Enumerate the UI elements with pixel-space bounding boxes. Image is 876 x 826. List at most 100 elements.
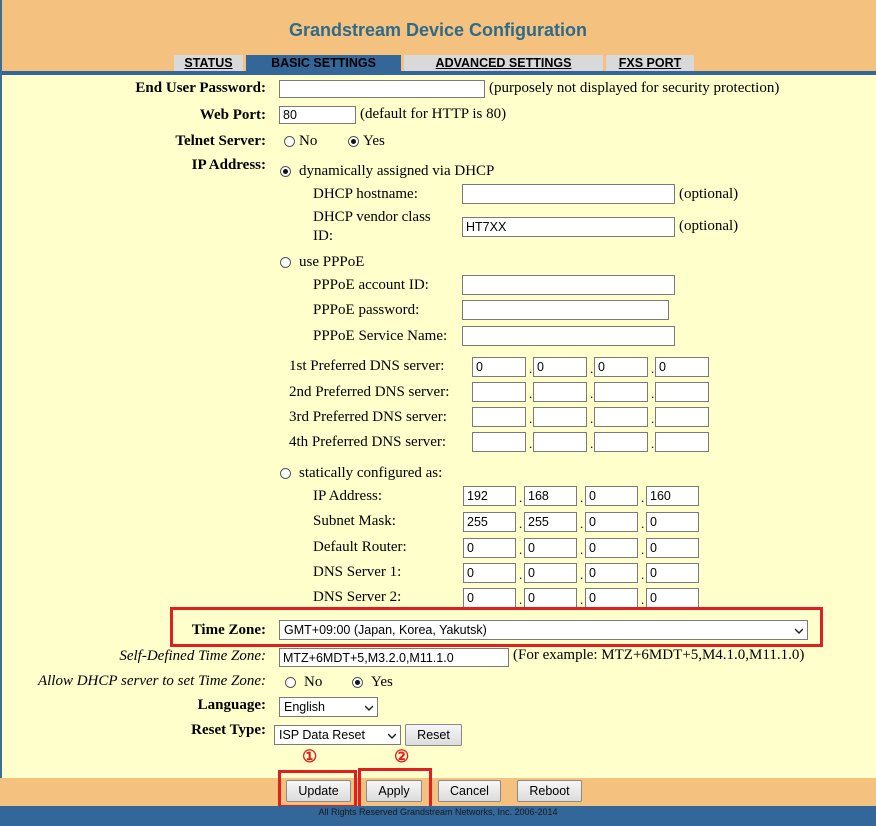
cancel-button[interactable]: Cancel [438,780,501,802]
dns-1-octet-1[interactable] [472,357,526,377]
tab-basic-settings[interactable]: BASIC SETTINGS [246,55,401,71]
static-ip-octet-3[interactable] [585,486,638,506]
pppoe-account-input[interactable] [462,275,675,295]
octet-separator: . [580,516,584,531]
octet-separator: . [641,542,645,557]
octet-separator: . [519,516,523,531]
default-router-label: Default Router: [313,539,407,555]
allow-dhcp-tz-yes-radio[interactable] [352,677,363,688]
dns-3-octet-2[interactable] [533,407,587,427]
dns-server-1-octet-3[interactable] [585,563,638,583]
dns-4-octet-3[interactable] [594,432,648,452]
dns-2-octet-4[interactable] [655,382,709,402]
dns-1-octet-3[interactable] [594,357,648,377]
octet-separator: . [580,592,584,607]
dns-4-octet-2[interactable] [533,432,587,452]
subnet-octet-2[interactable] [524,512,577,532]
octet-separator: . [580,542,584,557]
dns-server-2-octet-3[interactable] [585,588,638,608]
dns-1-octet-2[interactable] [533,357,587,377]
pppoe-service-input[interactable] [462,326,675,346]
dhcp-hostname-input[interactable] [462,184,675,204]
dhcp-vendor-note: (optional) [679,218,739,234]
dhcp-vendor-input[interactable] [462,217,675,237]
dns-2-octet-3[interactable] [594,382,648,402]
dns-4-octet-4[interactable] [655,432,709,452]
web-port-input[interactable] [279,106,356,124]
time-zone-highlight [170,607,823,647]
telnet-no-radio[interactable] [284,136,295,147]
subnet-octet-3[interactable] [585,512,638,532]
dns-server-1-octet-1[interactable] [463,563,516,583]
self-defined-tz-note: (For example: MTZ+6MDT+5,M4.1.0,M11.1.0) [513,647,805,663]
octet-separator: . [519,542,523,557]
dhcp-vendor-label-id: ID: [313,228,333,244]
copyright-text: All Rights Reserved Grandstream Networks… [318,807,558,817]
reset-type-select[interactable]: ISP Data Reset [274,725,401,745]
octet-separator: . [651,411,655,426]
dns-3-octet-3[interactable] [594,407,648,427]
router-octet-2[interactable] [524,538,577,558]
tab-status[interactable]: STATUS [174,55,243,71]
dns-3-octet-4[interactable] [655,407,709,427]
reboot-button[interactable]: Reboot [517,780,582,802]
tab-advanced-settings[interactable]: ADVANCED SETTINGS [404,55,603,71]
dns-3-octet-1[interactable] [472,407,526,427]
end-user-password-input[interactable] [279,80,485,98]
self-defined-tz-label: Self-Defined Time Zone: [119,648,266,664]
tab-fxs-port[interactable]: FXS PORT [606,55,694,71]
static-ip-label: IP Address: [313,488,383,504]
static-radio[interactable] [280,468,291,479]
octet-separator: . [529,361,533,376]
telnet-yes-radio[interactable] [348,136,359,147]
octet-separator: . [519,490,523,505]
ip-address-label: IP Address: [191,157,266,173]
dns-1-octet-4[interactable] [655,357,709,377]
telnet-no-label: No [299,133,318,149]
reset-button[interactable]: Reset [405,724,462,746]
dhcp-hostname-label: DHCP hostname: [313,186,418,202]
static-ip-octet-1[interactable] [463,486,516,506]
router-octet-4[interactable] [646,538,699,558]
dns-2-octet-2[interactable] [533,382,587,402]
dhcp-vendor-label: DHCP vendor class [313,209,431,225]
self-defined-tz-input[interactable] [279,648,509,667]
dns-server-1-octet-4[interactable] [646,563,699,583]
dns-server-2-octet-4[interactable] [646,588,699,608]
pppoe-radio[interactable] [280,257,291,268]
allow-dhcp-tz-no-radio[interactable] [285,677,296,688]
step-2-marker: ② [394,747,410,766]
language-select[interactable]: English [279,697,378,717]
pppoe-password-input[interactable] [462,300,669,320]
update-highlight [278,770,357,808]
dns-server-1-octet-2[interactable] [524,563,577,583]
router-octet-3[interactable] [585,538,638,558]
dhcp-radio[interactable] [280,166,291,177]
static-ip-octet-4[interactable] [646,486,699,506]
header-divider [0,71,876,75]
octet-separator: . [590,361,594,376]
dns-server-2-label: DNS Server 2: [313,589,402,605]
subnet-octet-4[interactable] [646,512,699,532]
dns-server-2-octet-1[interactable] [463,588,516,608]
reset-type-value: ISP Data Reset [279,728,365,742]
web-port-label: Web Port: [199,107,266,123]
allow-dhcp-tz-no-label: No [304,674,323,690]
octet-separator: . [641,592,645,607]
chevron-down-icon [388,733,396,740]
octet-separator: . [519,592,523,607]
dns-3-label: 3rd Preferred DNS server: [289,409,447,425]
router-octet-1[interactable] [463,538,516,558]
dns-2-octet-1[interactable] [472,382,526,402]
allow-dhcp-tz-yes-label: Yes [371,674,393,690]
subnet-octet-1[interactable] [463,512,516,532]
octet-separator: . [529,386,533,401]
pppoe-option-label: use PPPoE [299,254,365,270]
dns-4-octet-1[interactable] [472,432,526,452]
dns-server-2-octet-2[interactable] [524,588,577,608]
window-left-border [0,0,2,826]
static-ip-octet-2[interactable] [524,486,577,506]
static-option-label: statically configured as: [299,465,443,481]
octet-separator: . [651,386,655,401]
dns-2-label: 2nd Preferred DNS server: [289,384,450,400]
